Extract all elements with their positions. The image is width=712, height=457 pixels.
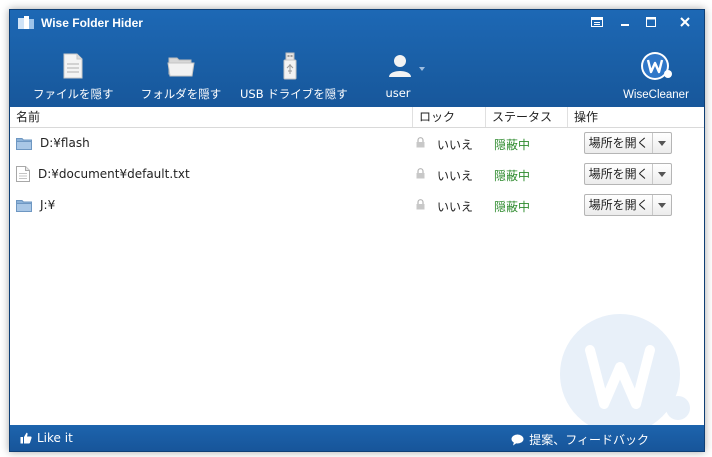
action-dropdown-button[interactable] <box>653 164 671 184</box>
hide-usb-label: USB ドライブを隠す <box>240 87 348 101</box>
hidden-items-list: 名前 ロック ステータス 操作 D:¥flash いいえ 隠蔽中 場所を開く D… <box>10 107 704 434</box>
brand-label: WiseCleaner <box>623 89 689 101</box>
open-location-label[interactable]: 場所を開く <box>585 195 654 215</box>
item-path: D:¥document¥default.txt <box>38 167 190 181</box>
wisecleaner-watermark-icon <box>560 314 690 434</box>
hide-file-label: ファイルを隠す <box>33 87 114 101</box>
chevron-down-icon <box>658 140 667 146</box>
open-location-button[interactable]: 場所を開く <box>584 163 672 185</box>
lock-value: いいえ <box>437 200 474 214</box>
column-status[interactable]: ステータス <box>486 107 568 127</box>
footer-bar: Like it 提案、フィードバック <box>10 425 704 451</box>
lock-icon <box>416 199 425 210</box>
feedback-link[interactable]: 提案、フィードバック <box>511 431 649 448</box>
column-name[interactable]: 名前 <box>10 107 413 127</box>
close-icon <box>680 17 690 27</box>
like-it-link[interactable]: Like it <box>20 431 73 445</box>
file-icon <box>16 166 30 182</box>
minimize-icon <box>621 24 629 26</box>
window-title: Wise Folder Hider <box>41 16 143 30</box>
status-value: 隠蔽中 <box>494 169 531 183</box>
folder-icon <box>16 199 32 212</box>
wisecleaner-logo-icon <box>641 52 672 80</box>
table-row[interactable]: J:¥ いいえ 隠蔽中 場所を開く <box>10 190 704 220</box>
action-dropdown-button[interactable] <box>653 133 671 153</box>
maximize-icon <box>646 17 656 27</box>
header: Wise Folder Hider ファイルを隠す フォルダを隠す USB ドラ… <box>10 10 704 107</box>
lock-icon <box>416 168 425 179</box>
speech-bubble-icon <box>511 434 524 445</box>
maximize-button[interactable] <box>639 13 663 31</box>
user-icon <box>389 55 425 77</box>
lock-value: いいえ <box>437 138 474 152</box>
usb-drive-icon <box>283 52 297 80</box>
open-location-button[interactable]: 場所を開く <box>584 132 672 154</box>
lock-icon <box>416 137 425 148</box>
menu-button[interactable] <box>585 13 609 31</box>
feedback-label: 提案、フィードバック <box>529 433 649 447</box>
open-location-label[interactable]: 場所を開く <box>585 133 654 153</box>
app-window: Wise Folder Hider ファイルを隠す フォルダを隠す USB ドラ… <box>9 9 705 452</box>
item-name-cell: D:¥document¥default.txt <box>16 166 190 182</box>
minimize-button[interactable] <box>613 13 637 31</box>
user-menu-button[interactable]: user <box>376 50 436 100</box>
hide-usb-button[interactable]: USB ドライブを隠す <box>240 50 348 101</box>
table-row[interactable]: D:¥document¥default.txt いいえ 隠蔽中 場所を開く <box>10 159 704 189</box>
status-value: 隠蔽中 <box>494 200 531 214</box>
chevron-down-icon <box>658 171 667 177</box>
close-button[interactable] <box>673 13 697 31</box>
file-icon <box>63 53 83 79</box>
item-name-cell: D:¥flash <box>16 135 90 151</box>
folder-icon <box>16 137 32 150</box>
item-path: J:¥ <box>40 198 56 212</box>
user-label: user <box>385 86 411 100</box>
like-it-label: Like it <box>37 431 73 445</box>
chevron-down-icon <box>658 202 667 208</box>
hide-file-button[interactable]: ファイルを隠す <box>33 50 114 101</box>
title-bar[interactable]: Wise Folder Hider <box>10 10 704 36</box>
wisecleaner-brand[interactable]: WiseCleaner <box>616 50 696 101</box>
column-action[interactable]: 操作 <box>568 107 704 127</box>
column-header: 名前 ロック ステータス 操作 <box>10 107 704 128</box>
item-name-cell: J:¥ <box>16 197 55 213</box>
column-lock[interactable]: ロック <box>413 107 486 127</box>
table-row[interactable]: D:¥flash いいえ 隠蔽中 場所を開く <box>10 128 704 158</box>
hide-folder-button[interactable]: フォルダを隠す <box>140 50 222 101</box>
folder-open-icon <box>167 57 195 77</box>
thumbs-up-icon <box>20 432 32 444</box>
action-dropdown-button[interactable] <box>653 195 671 215</box>
chevron-down-icon <box>419 67 425 71</box>
hide-folder-label: フォルダを隠す <box>140 87 222 101</box>
status-value: 隠蔽中 <box>494 138 531 152</box>
item-path: D:¥flash <box>40 136 90 150</box>
menu-icon <box>591 17 603 27</box>
app-logo-icon <box>18 16 34 29</box>
open-location-label[interactable]: 場所を開く <box>585 164 654 184</box>
open-location-button[interactable]: 場所を開く <box>584 194 672 216</box>
lock-value: いいえ <box>437 169 474 183</box>
